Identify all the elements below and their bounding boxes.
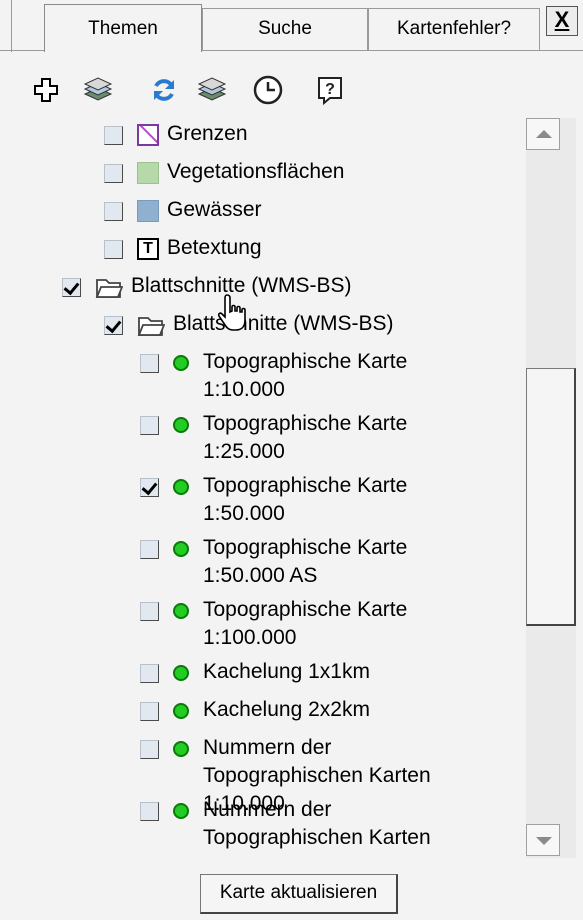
- add-layer-icon[interactable]: [30, 74, 62, 106]
- folder-open-icon[interactable]: [137, 314, 165, 338]
- checkbox[interactable]: [140, 416, 159, 435]
- scroll-up-button[interactable]: [526, 118, 560, 150]
- tree-item-tk25: Topographische Karte 1:25.000: [140, 408, 510, 472]
- tab-kartenfehler[interactable]: Kartenfehler?: [368, 8, 540, 50]
- tree-item-label[interactable]: Nummern der Topographischen Karten: [203, 794, 493, 852]
- checkbox[interactable]: [140, 354, 159, 373]
- refresh-icon[interactable]: [148, 74, 180, 106]
- tab-themen[interactable]: Themen: [44, 4, 202, 52]
- checkbox[interactable]: [104, 126, 123, 145]
- status-dot-icon: [173, 417, 189, 433]
- scroll-down-button[interactable]: [526, 824, 560, 856]
- toolbar: ?: [0, 64, 583, 112]
- text-legend-icon: T: [137, 238, 159, 260]
- checkbox[interactable]: [140, 702, 159, 721]
- status-dot-icon: [173, 665, 189, 681]
- tab-bar-edge: [0, 0, 12, 52]
- status-dot-icon: [173, 603, 189, 619]
- clock-icon[interactable]: [252, 74, 284, 106]
- help-icon[interactable]: ?: [314, 74, 346, 106]
- tree-item-label[interactable]: Topographische Karte 1:25.000: [203, 408, 483, 466]
- tree-item-gewaesser: Gewässer: [104, 194, 262, 228]
- tree-item-vegetation: Vegetationsflächen: [104, 156, 344, 190]
- tree-item-label[interactable]: Vegetationsflächen: [167, 156, 344, 186]
- checkbox[interactable]: [104, 240, 123, 259]
- close-button[interactable]: X: [546, 6, 578, 36]
- water-legend-icon: [137, 200, 159, 222]
- tree-item-label[interactable]: Grenzen: [167, 118, 248, 148]
- layers-refresh-icon[interactable]: [196, 74, 228, 106]
- tree-item-label[interactable]: Topographische Karte 1:50.000: [203, 470, 483, 528]
- tree-item-label[interactable]: Blattschnitte (WMS-BS): [173, 308, 394, 338]
- tree-item-kachel1: Kachelung 1x1km: [140, 656, 510, 690]
- tree-item-label[interactable]: Kachelung 2x2km: [203, 694, 370, 724]
- tree-item-tk10: Topographische Karte 1:10.000: [140, 346, 510, 410]
- layers-icon[interactable]: [82, 74, 114, 106]
- tree-item-nummern: Nummern der Topographischen Karten: [140, 794, 510, 858]
- tree-item-label[interactable]: Topographische Karte 1:10.000: [203, 346, 483, 404]
- status-dot-icon: [173, 541, 189, 557]
- hand-cursor-icon: [218, 294, 246, 331]
- status-dot-icon: [173, 803, 189, 819]
- tree-item-label[interactable]: Betextung: [167, 232, 262, 262]
- arrow-down-icon: [536, 837, 552, 845]
- close-icon: X: [554, 7, 570, 32]
- checkbox[interactable]: [140, 602, 159, 621]
- tree-item-kachel2: Kachelung 2x2km: [140, 694, 510, 728]
- layer-tree: Grenzen Vegetationsflächen Gewässer T Be…: [0, 118, 520, 858]
- checkbox[interactable]: [140, 664, 159, 683]
- tree-item-label[interactable]: Topographische Karte 1:50.000 AS: [203, 532, 483, 590]
- tree-folder-blattschnitte: Blattschnitte (WMS-BS): [62, 270, 352, 304]
- vertical-scrollbar[interactable]: [526, 118, 576, 858]
- status-dot-icon: [173, 741, 189, 757]
- checkbox[interactable]: [140, 740, 159, 759]
- checkbox[interactable]: [140, 540, 159, 559]
- status-dot-icon: [173, 703, 189, 719]
- arrow-up-icon: [536, 130, 552, 138]
- tab-bar: Themen Suche Kartenfehler? X: [0, 0, 583, 52]
- tree-item-tk50: Topographische Karte 1:50.000: [140, 470, 510, 534]
- status-dot-icon: [173, 479, 189, 495]
- tree-item-label[interactable]: Topographische Karte 1:100.000: [203, 594, 483, 652]
- tree-item-tk100: Topographische Karte 1:100.000: [140, 594, 510, 658]
- tree-item-grenzen: Grenzen: [104, 118, 248, 152]
- checkbox[interactable]: [140, 802, 159, 821]
- folder-open-icon[interactable]: [95, 276, 123, 300]
- tree-item-tk50as: Topographische Karte 1:50.000 AS: [140, 532, 510, 596]
- help-glyph: ?: [325, 81, 335, 98]
- checkbox[interactable]: [140, 478, 159, 497]
- checkbox[interactable]: [104, 316, 123, 335]
- vegetation-legend-icon: [137, 162, 159, 184]
- tree-item-label[interactable]: Kachelung 1x1km: [203, 656, 370, 686]
- checkbox[interactable]: [104, 164, 123, 183]
- grenzen-legend-icon: [137, 124, 159, 146]
- update-map-button[interactable]: Karte aktualisieren: [200, 874, 398, 914]
- scrollbar-thumb[interactable]: [526, 368, 576, 626]
- checkbox[interactable]: [104, 202, 123, 221]
- tree-item-label[interactable]: Gewässer: [167, 194, 262, 224]
- tree-item-betextung: T Betextung: [104, 232, 262, 266]
- checkbox[interactable]: [62, 278, 81, 297]
- status-dot-icon: [173, 355, 189, 371]
- tree-folder-blattschnitte-sub: Blattschnitte (WMS-BS): [104, 308, 394, 342]
- tab-suche[interactable]: Suche: [202, 8, 368, 50]
